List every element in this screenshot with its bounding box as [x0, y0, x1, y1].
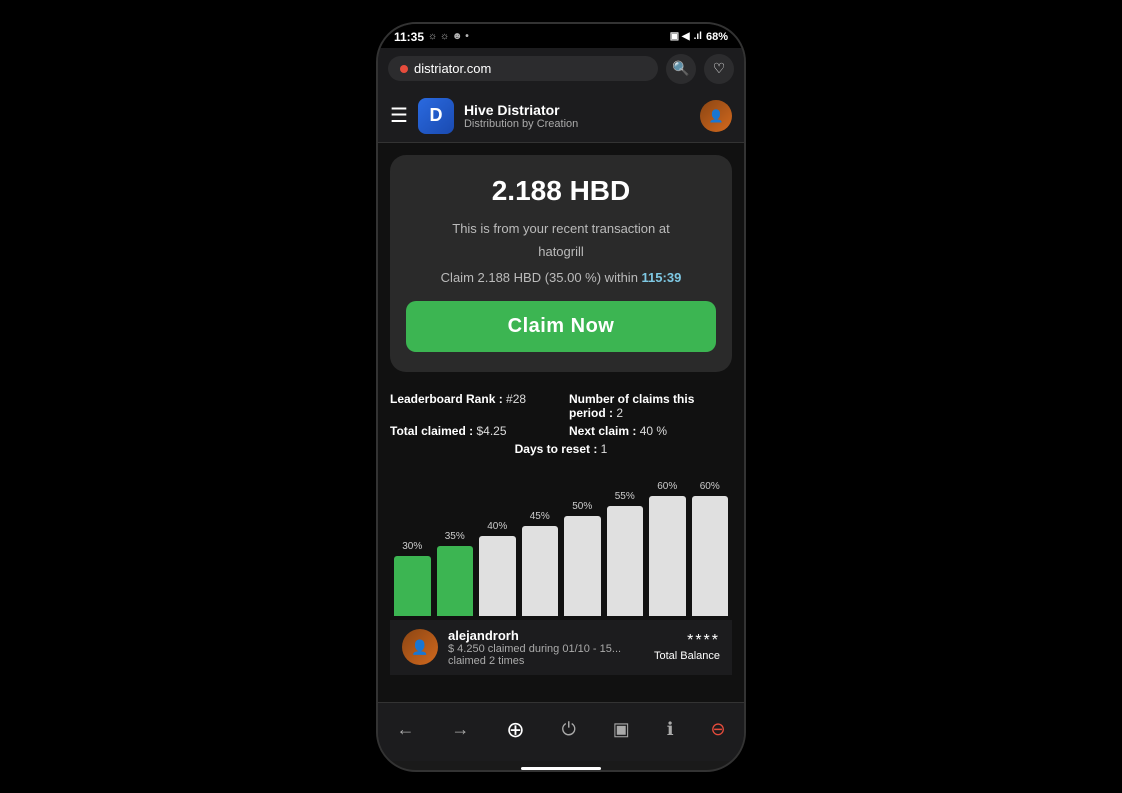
browser-bar: distriator.com 🔍 ♡	[378, 48, 744, 90]
bar-rect	[607, 506, 644, 616]
url-security-dot	[400, 65, 408, 73]
bar-label: 45%	[530, 511, 550, 522]
timer-value: 115:39	[642, 270, 682, 285]
profile-strip[interactable]: 👤 alejandrorh $ 4.250 claimed during 01/…	[390, 620, 732, 675]
days-reset-stat: Days to reset : 1	[390, 442, 732, 456]
browser-nav: ← → ⊕ ⏻ ▣ ℹ ⊖	[378, 702, 744, 761]
chart-bar-wrapper: 40%	[479, 521, 516, 616]
chart-bar-wrapper: 60%	[649, 481, 686, 616]
menu-button[interactable]: ☰	[390, 103, 408, 128]
home-indicator	[521, 767, 601, 770]
site-title: Hive Distriator	[464, 102, 690, 118]
claim-desc-line2: hatogrill	[406, 242, 716, 262]
next-claim-stat: Next claim : 40 %	[569, 424, 732, 438]
chart-bar-wrapper: 45%	[522, 511, 559, 616]
profile-name: alejandrorh	[448, 628, 644, 643]
stats-section: Leaderboard Rank : #28 Number of claims …	[390, 388, 732, 464]
search-icon: 🔍	[672, 60, 689, 77]
bar-label: 40%	[487, 521, 507, 532]
site-subtitle: Distribution by Creation	[464, 118, 690, 130]
nav-tabs-button[interactable]: ▣	[605, 715, 638, 744]
stats-grid: Leaderboard Rank : #28 Number of claims …	[390, 392, 732, 438]
nav-info-button[interactable]: ℹ	[659, 715, 682, 744]
bar-rect	[479, 536, 516, 616]
claims-period-stat: Number of claims this period : 2	[569, 392, 732, 420]
profile-info: alejandrorh $ 4.250 claimed during 01/10…	[448, 628, 644, 667]
nav-close-button[interactable]: ⊖	[702, 715, 733, 744]
total-claimed-stat: Total claimed : $4.25	[390, 424, 553, 438]
chart-bar-wrapper: 60%	[692, 481, 729, 616]
balance-stars: ****	[654, 632, 720, 650]
chart-section: 30% 35% 40% 45% 50% 55% 60% 60%	[390, 476, 732, 616]
chart-bar-wrapper: 50%	[564, 501, 601, 616]
bar-rect	[394, 556, 431, 616]
chart-bar-wrapper: 30%	[394, 541, 431, 616]
site-header: ☰ D Hive Distriator Distribution by Crea…	[378, 90, 744, 143]
chart-bars: 30% 35% 40% 45% 50% 55% 60% 60%	[390, 476, 732, 616]
url-bar[interactable]: distriator.com	[388, 56, 658, 81]
bar-label: 60%	[700, 481, 720, 492]
site-logo: D	[418, 98, 454, 134]
bar-rect	[649, 496, 686, 616]
hbd-amount: 2.188 HBD	[406, 175, 716, 207]
status-icons: ▣ ◀ .ıl 68%	[670, 31, 728, 43]
bar-rect	[692, 496, 729, 616]
claim-timer: Claim 2.188 HBD (35.00 %) within 115:39	[406, 270, 716, 285]
bookmark-button[interactable]: ♡	[704, 54, 734, 84]
bar-label: 60%	[657, 481, 677, 492]
bookmark-icon: ♡	[713, 60, 726, 77]
profile-detail-line2: claimed 2 times	[448, 655, 644, 667]
bar-label: 30%	[402, 541, 422, 552]
nav-back-button[interactable]: ←	[388, 715, 422, 744]
bar-label: 50%	[572, 501, 592, 512]
main-content: 2.188 HBD This is from your recent trans…	[378, 143, 744, 702]
nav-forward-button[interactable]: →	[443, 715, 477, 744]
profile-balance: **** Total Balance	[654, 632, 720, 662]
claim-card: 2.188 HBD This is from your recent trans…	[390, 155, 732, 372]
chart-bar-wrapper: 55%	[607, 491, 644, 616]
leaderboard-stat: Leaderboard Rank : #28	[390, 392, 553, 420]
bar-label: 35%	[445, 531, 465, 542]
bar-rect	[564, 516, 601, 616]
profile-detail-line1: $ 4.250 claimed during 01/10 - 15...	[448, 643, 644, 655]
bar-label: 55%	[615, 491, 635, 502]
nav-home-button[interactable]: ⏻	[554, 715, 584, 744]
claim-desc-line1: This is from your recent transaction at	[406, 219, 716, 239]
balance-label: Total Balance	[654, 650, 720, 662]
site-title-block: Hive Distriator Distribution by Creation	[464, 102, 690, 130]
nav-refresh-button[interactable]: ⊕	[498, 713, 532, 747]
status-time: 11:35 ☼ ☼ ☻ •	[394, 30, 469, 44]
search-button[interactable]: 🔍	[666, 54, 696, 84]
bar-rect	[437, 546, 474, 616]
url-text: distriator.com	[414, 61, 491, 76]
phone-frame: 11:35 ☼ ☼ ☻ • ▣ ◀ .ıl 68% distriator.com…	[376, 22, 746, 772]
claim-now-button[interactable]: Claim Now	[406, 301, 716, 352]
user-avatar[interactable]: 👤	[700, 100, 732, 132]
chart-bar-wrapper: 35%	[437, 531, 474, 616]
status-bar: 11:35 ☼ ☼ ☻ • ▣ ◀ .ıl 68%	[378, 24, 744, 48]
profile-avatar: 👤	[402, 629, 438, 665]
bar-rect	[522, 526, 559, 616]
